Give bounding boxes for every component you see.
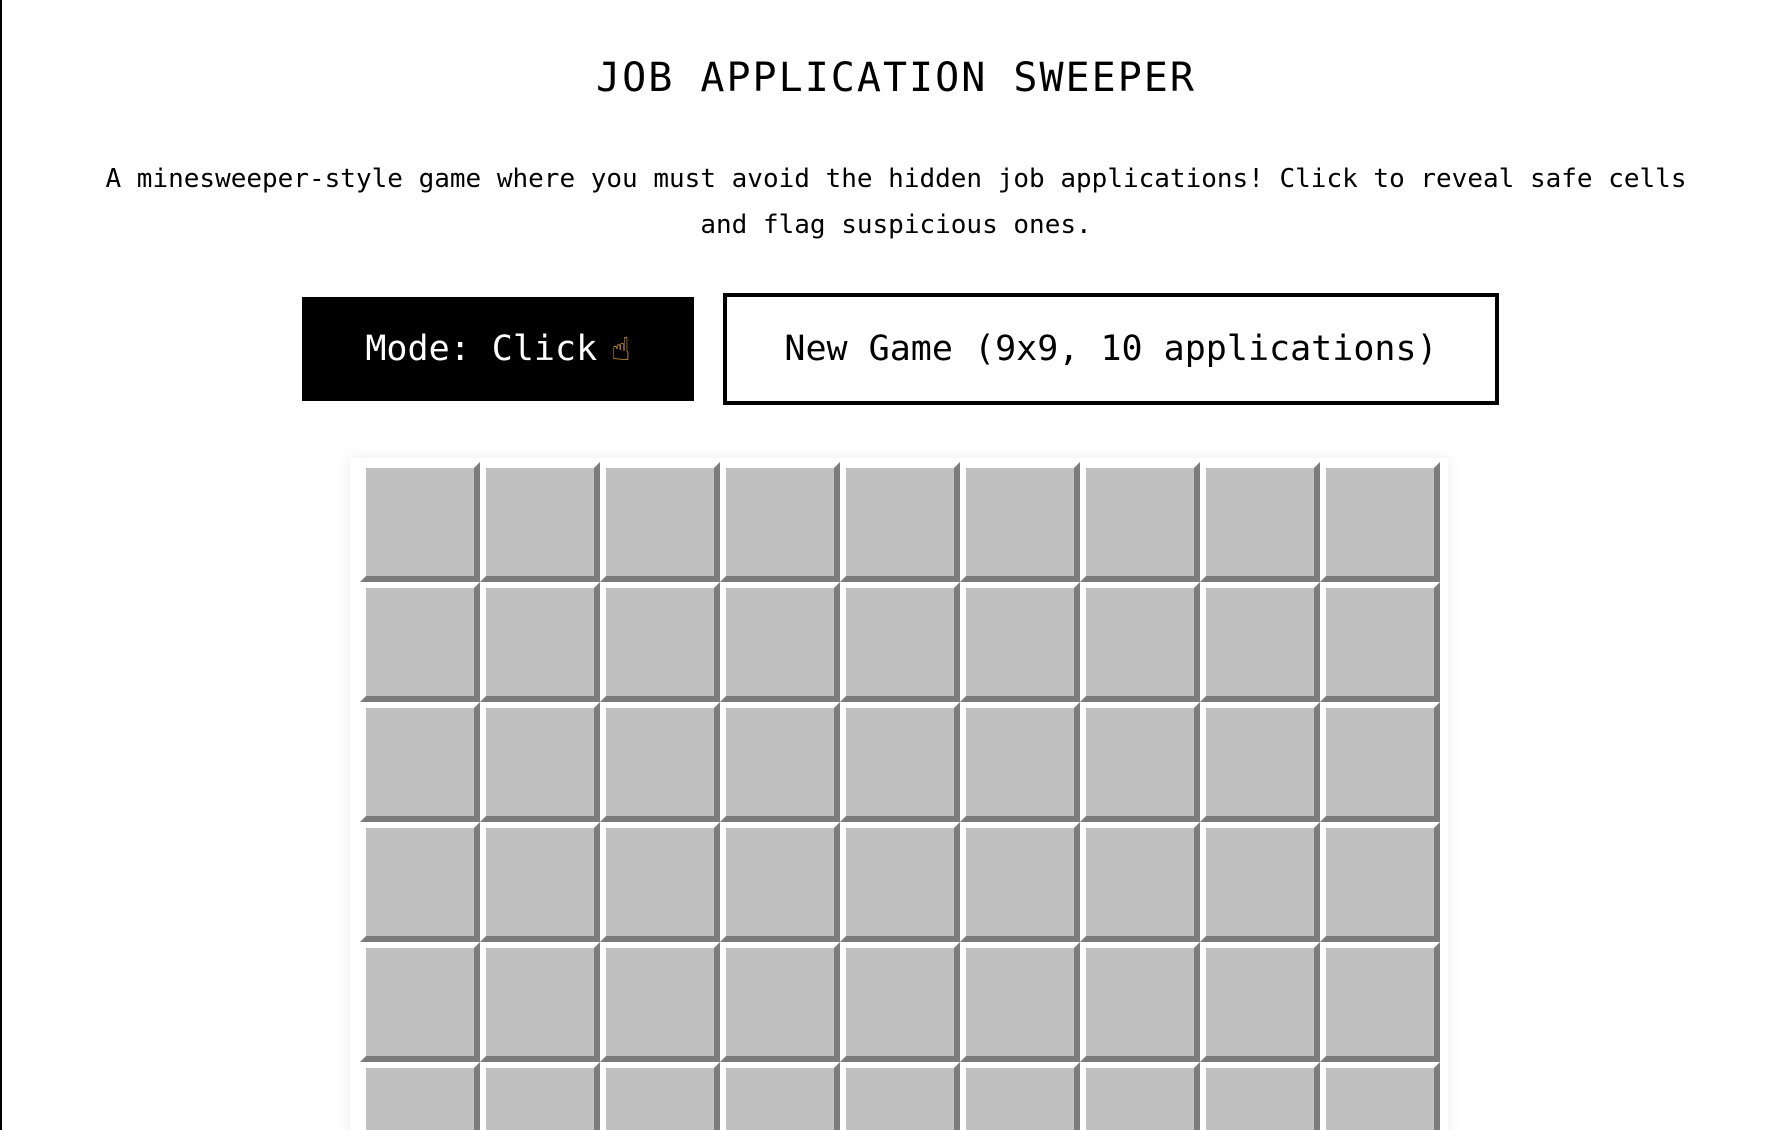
board-cell[interactable] (960, 702, 1080, 822)
board-cell[interactable] (720, 1062, 840, 1130)
board-cell[interactable] (720, 702, 840, 822)
new-game-button[interactable]: New Game (9x9, 10 applications) (723, 293, 1499, 405)
board-cell[interactable] (840, 942, 960, 1062)
board-cell[interactable] (1200, 702, 1320, 822)
board-cell[interactable] (600, 1062, 720, 1130)
board-cell[interactable] (1080, 702, 1200, 822)
board-cell[interactable] (360, 1062, 480, 1130)
board-cell[interactable] (600, 582, 720, 702)
board-cell[interactable] (1320, 462, 1440, 582)
board-cell[interactable] (720, 462, 840, 582)
board-cell[interactable] (1320, 942, 1440, 1062)
board-cell[interactable] (960, 1062, 1080, 1130)
board-cell[interactable] (1200, 822, 1320, 942)
board-cell[interactable] (960, 822, 1080, 942)
game-title: JOB APPLICATION SWEEPER (596, 55, 1196, 101)
board-cell[interactable] (720, 942, 840, 1062)
board-cell[interactable] (1080, 462, 1200, 582)
board-cell[interactable] (1320, 822, 1440, 942)
mode-label: Mode: Click (365, 329, 598, 369)
board-cell[interactable] (480, 822, 600, 942)
board-cell[interactable] (1200, 462, 1320, 582)
board-cell[interactable] (960, 942, 1080, 1062)
board-cell[interactable] (480, 462, 600, 582)
board-cell[interactable] (360, 822, 480, 942)
board-cell[interactable] (840, 822, 960, 942)
board-cell[interactable] (1320, 582, 1440, 702)
board-cell[interactable] (360, 462, 480, 582)
board-cell[interactable] (360, 942, 480, 1062)
game-board (360, 462, 1440, 1130)
board-cell[interactable] (960, 462, 1080, 582)
board-cell[interactable] (960, 582, 1080, 702)
board-cell[interactable] (600, 462, 720, 582)
game-controls: Mode: Click ☝ New Game (9x9, 10 applicat… (0, 293, 1792, 409)
board-cell[interactable] (1200, 942, 1320, 1062)
board-cell[interactable] (480, 582, 600, 702)
board-cell[interactable] (480, 702, 600, 822)
board-cell[interactable] (840, 462, 960, 582)
game-board-container (350, 458, 1448, 1130)
board-cell[interactable] (360, 582, 480, 702)
board-cell[interactable] (480, 942, 600, 1062)
board-cell[interactable] (1080, 822, 1200, 942)
board-cell[interactable] (1080, 582, 1200, 702)
pointing-hand-icon: ☝ (611, 330, 631, 368)
board-cell[interactable] (840, 702, 960, 822)
board-cell[interactable] (840, 582, 960, 702)
board-cell[interactable] (480, 1062, 600, 1130)
game-description: A minesweeper-style game where you must … (105, 164, 1687, 240)
board-cell[interactable] (1200, 1062, 1320, 1130)
board-cell[interactable] (600, 702, 720, 822)
board-cell[interactable] (1320, 702, 1440, 822)
board-cell[interactable] (360, 702, 480, 822)
board-cell[interactable] (600, 822, 720, 942)
board-cell[interactable] (840, 1062, 960, 1130)
board-cell[interactable] (1080, 1062, 1200, 1130)
board-cell[interactable] (1320, 1062, 1440, 1130)
board-cell[interactable] (1080, 942, 1200, 1062)
board-cell[interactable] (600, 942, 720, 1062)
board-cell[interactable] (720, 822, 840, 942)
mode-toggle-button[interactable]: Mode: Click ☝ (302, 297, 694, 401)
board-cell[interactable] (1200, 582, 1320, 702)
board-cell[interactable] (720, 582, 840, 702)
page-left-border (0, 0, 2, 1130)
